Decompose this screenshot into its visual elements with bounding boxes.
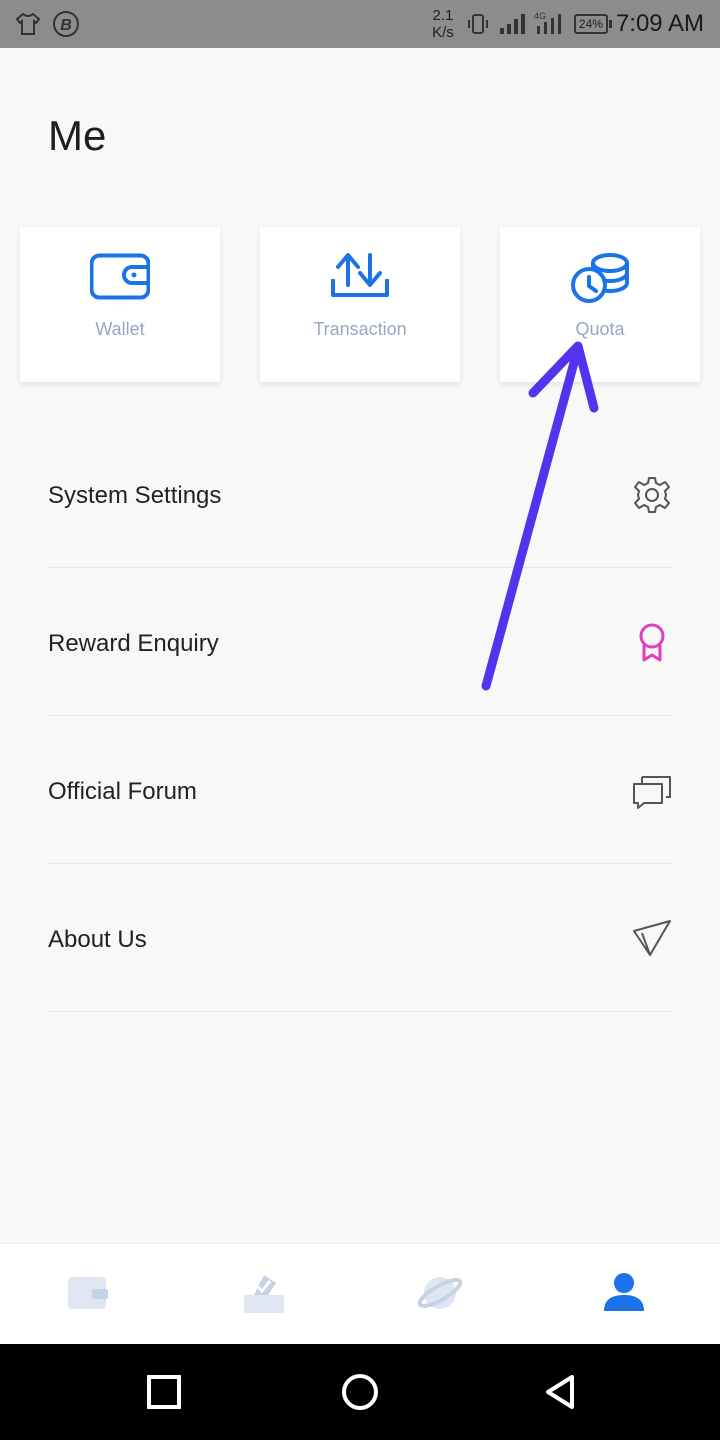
system-navigation-bar [0, 1344, 720, 1440]
tshirt-icon [15, 12, 41, 35]
wallet-label: Wallet [95, 319, 145, 339]
menu-item-label: About Us [48, 926, 147, 953]
chat-icon [633, 776, 671, 809]
status-left-icons: B [14, 10, 80, 38]
menu-item-label: Official Forum [48, 778, 197, 805]
svg-text:B: B [60, 17, 72, 34]
transaction-card[interactable]: Transaction [260, 227, 460, 382]
quota-card[interactable]: Quota [500, 227, 700, 382]
signal-4g-icon: 4G [534, 11, 561, 34]
b-circle-icon: B [53, 11, 79, 37]
menu-item-system-settings[interactable]: System Settings [48, 420, 672, 568]
transfer-icon [331, 253, 389, 297]
network-speed-unit: K/s [432, 24, 454, 41]
recent-apps-icon[interactable] [144, 1372, 184, 1412]
planet-tab-icon[interactable] [416, 1269, 464, 1317]
svg-text:4G: 4G [534, 11, 546, 21]
award-icon [639, 623, 665, 662]
battery-indicator: 24% [573, 14, 612, 34]
vibrate-icon [467, 14, 488, 34]
gear-icon [634, 477, 670, 513]
back-icon[interactable] [540, 1372, 580, 1412]
status-right: 2.1 K/s 4G 24% 7:09 AM [428, 4, 704, 44]
signal-icon [499, 14, 525, 34]
clock: 7:09 AM [615, 10, 704, 37]
network-speed-value: 2.1 [432, 7, 454, 24]
paper-plane-icon [633, 920, 671, 956]
settings-menu: System Settings Reward Enquiry Official … [48, 420, 672, 1012]
profile-tab-icon[interactable] [600, 1269, 648, 1317]
coins-icon [571, 253, 629, 303]
menu-item-label: Reward Enquiry [48, 630, 219, 657]
home-icon[interactable] [340, 1372, 380, 1412]
page-title: Me [48, 112, 107, 159]
menu-item-label: System Settings [48, 482, 222, 509]
wallet-card[interactable]: Wallet [20, 227, 220, 382]
transaction-label: Transaction [313, 319, 407, 339]
network-speed: 2.1 K/s [428, 7, 458, 41]
menu-item-about-us[interactable]: About Us [48, 864, 672, 1012]
menu-item-reward-enquiry[interactable]: Reward Enquiry [48, 568, 672, 716]
vote-tab-icon[interactable] [240, 1269, 288, 1317]
wallet-tab-icon[interactable] [64, 1269, 112, 1317]
bottom-tab-bar [0, 1243, 720, 1344]
quota-label: Quota [575, 319, 625, 339]
status-bar: B 2.1 K/s 4G 24% 7:09 AM [0, 0, 720, 48]
wallet-icon [90, 253, 150, 300]
menu-item-official-forum[interactable]: Official Forum [48, 716, 672, 864]
